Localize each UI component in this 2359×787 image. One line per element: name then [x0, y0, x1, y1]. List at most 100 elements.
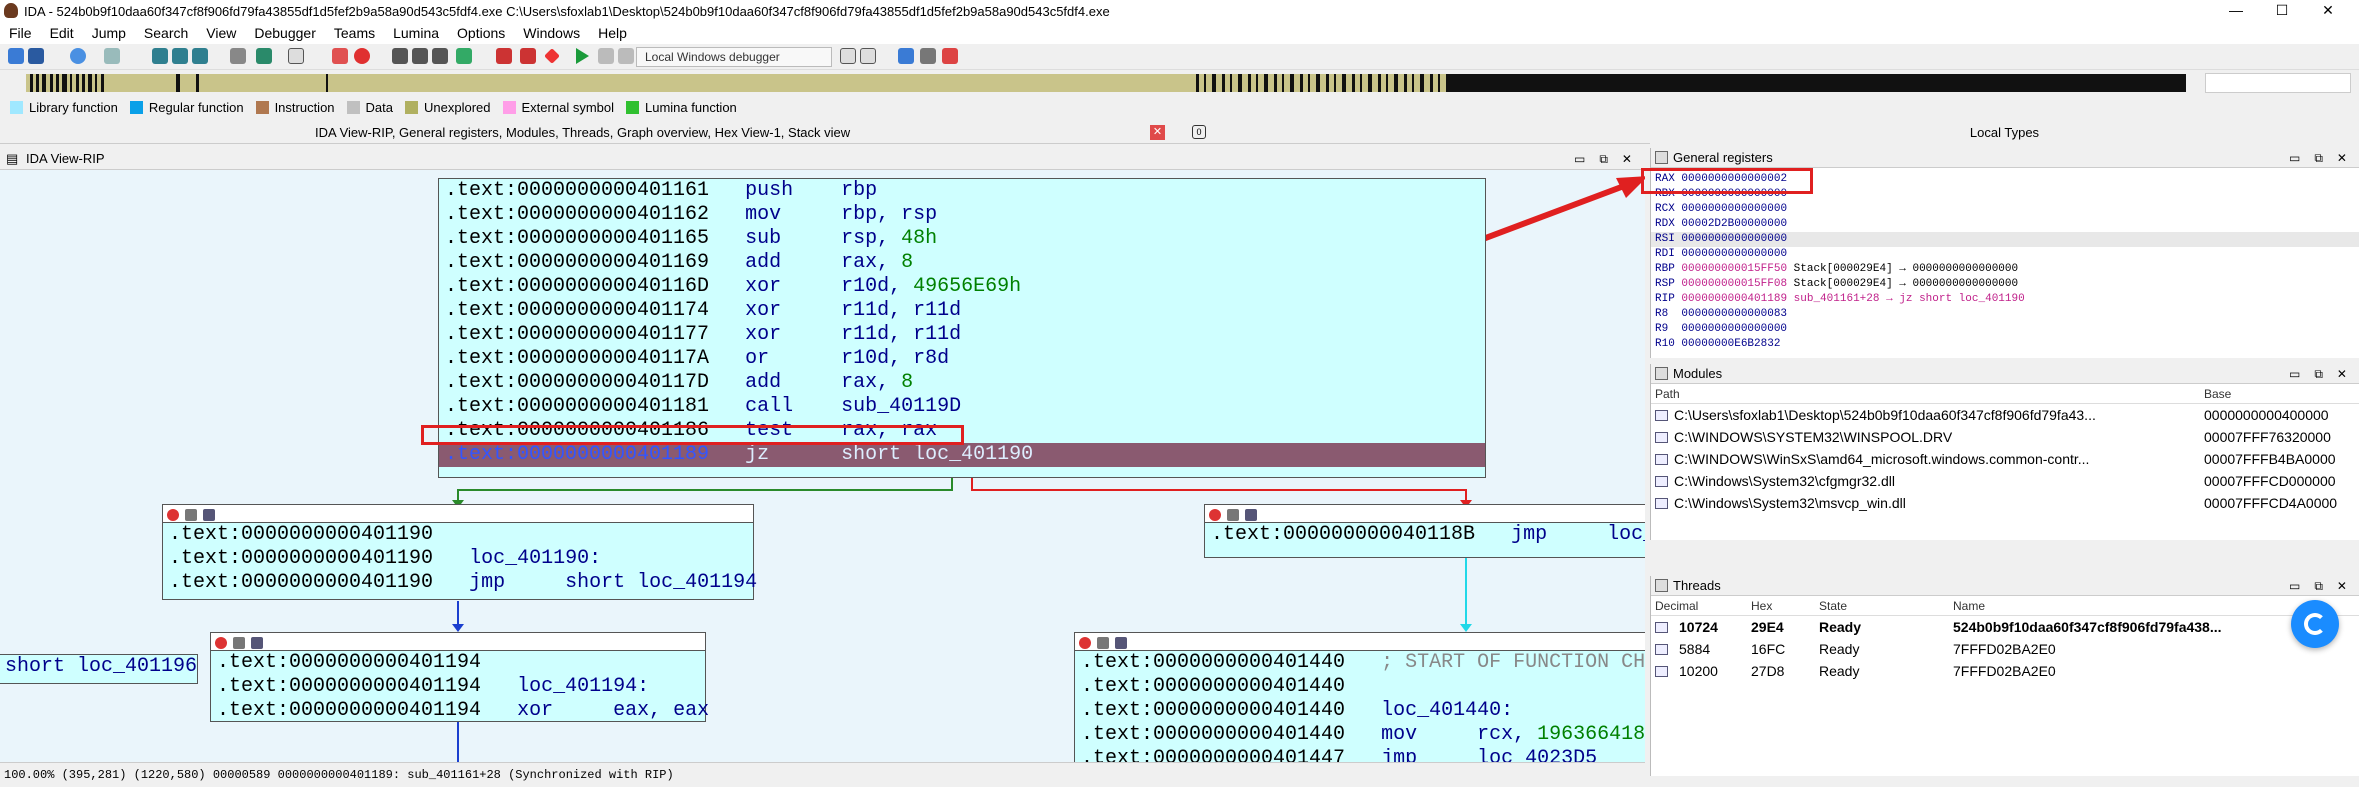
code-icon[interactable] [152, 48, 168, 64]
image-icon[interactable] [332, 48, 348, 64]
registers-list[interactable]: RAX 0000000000000002 RBX 000000000000000… [1651, 168, 2359, 352]
register-row[interactable]: RBP 000000000015FF50 Stack[000029E4] → 0… [1651, 262, 2359, 277]
node-group-icon[interactable] [203, 509, 215, 521]
ida-view-window-controls[interactable]: ▭⧉✕ [1574, 148, 1646, 170]
patch-icon[interactable] [520, 48, 536, 64]
node-edit-icon[interactable] [185, 509, 197, 521]
register-row-rip[interactable]: RIP 0000000000401189 sub_401161+28 → jz … [1651, 292, 2359, 307]
menu-debugger[interactable]: Debugger [245, 25, 325, 41]
graph-node-partial[interactable]: short loc_401196 [0, 654, 198, 684]
breakpoint-icon[interactable] [496, 48, 512, 64]
close-button[interactable]: ✕ [2305, 0, 2351, 22]
table-row[interactable]: C:\WINDOWS\SYSTEM32\WINSPOOL.DRV 00007FFF… [1651, 426, 2359, 448]
menu-view[interactable]: View [197, 25, 245, 41]
menu-file[interactable]: File [0, 25, 41, 41]
table-row[interactable]: 10724 29E4 Ready 524b0b9f10daa60f347cf8f906… [1651, 616, 2359, 638]
table-row[interactable]: C:\WINDOWS\WinSxS\amd64_microsoft.window… [1651, 448, 2359, 470]
navigation-combo[interactable] [2205, 73, 2351, 93]
record-icon[interactable] [354, 48, 370, 64]
graph-view[interactable]: .text:0000000000401161 push rbp .text:000… [0, 170, 1645, 770]
debugger-select[interactable]: Local Windows debugger [636, 47, 832, 67]
local-types-icon[interactable]: 0 [1192, 125, 1206, 139]
table-row[interactable]: C:\Users\sfoxlab1\Desktop\524b0b9f10daa6… [1651, 404, 2359, 426]
graph-node-40118b[interactable]: .text:000000000040118B jmploc_ [1204, 504, 1645, 558]
run-icon[interactable] [576, 48, 589, 64]
maximize-button[interactable]: ☐ [2259, 0, 2305, 22]
data-icon[interactable] [192, 48, 208, 64]
registers-window-controls[interactable]: ▭⧉✕ [2289, 148, 2359, 168]
node-group-icon[interactable] [1115, 637, 1127, 649]
register-row[interactable]: R8 0000000000000083 [1651, 307, 2359, 322]
graph-node-401194[interactable]: .text:0000000000401194 .text:00000000004… [210, 632, 710, 722]
close-tab-icon[interactable]: ✕ [1150, 125, 1165, 140]
minimize-button[interactable]: — [2213, 0, 2259, 22]
hex-icon[interactable] [392, 48, 408, 64]
save-icon[interactable] [28, 48, 44, 64]
legend-swatch [502, 100, 516, 114]
asm-line: .text:000000000040117D add rax, 8 [445, 371, 914, 394]
table-row[interactable]: 10200 27D8 Ready 7FFFD02BA2E0 [1651, 660, 2359, 682]
table-row[interactable]: C:\Windows\System32\msvcp_win.dll 00007FF… [1651, 492, 2359, 514]
enum-icon[interactable] [432, 48, 448, 64]
node-color-icon[interactable] [1209, 509, 1221, 521]
menu-teams[interactable]: Teams [325, 25, 384, 41]
node-edit-icon[interactable] [1097, 637, 1109, 649]
pause-icon[interactable] [598, 48, 614, 64]
step-over-icon[interactable] [860, 48, 876, 64]
menu-help[interactable]: Help [589, 25, 636, 41]
xref-icon[interactable] [256, 48, 272, 64]
layout-icon[interactable] [898, 48, 914, 64]
node-color-icon[interactable] [215, 637, 227, 649]
floating-assistant-button[interactable] [2291, 600, 2339, 648]
back-icon[interactable] [70, 48, 86, 64]
register-row[interactable]: R9 0000000000000000 [1651, 322, 2359, 337]
asm-line: short loc_401196 [5, 655, 198, 678]
function-icon[interactable] [172, 48, 188, 64]
column-hex[interactable]: Hex [1751, 596, 1772, 616]
stop-sign-icon[interactable] [544, 48, 560, 64]
open-icon[interactable] [8, 48, 24, 64]
tab-group-label[interactable]: IDA View-RIP, General registers, Modules… [315, 125, 850, 140]
node-group-icon[interactable] [1245, 509, 1257, 521]
text-icon[interactable] [288, 48, 304, 64]
forward-icon[interactable] [104, 48, 120, 64]
graph-node-401440[interactable]: .text:0000000000401440 ; START OF FUNCTI… [1074, 632, 1645, 770]
column-base[interactable]: Base [2204, 384, 2231, 404]
struct-icon[interactable] [412, 48, 428, 64]
list-icon[interactable] [920, 48, 936, 64]
table-row[interactable]: C:\Windows\System32\cfgmgr32.dll 00007FFF… [1651, 470, 2359, 492]
step-into-icon[interactable] [840, 48, 856, 64]
graph-node-401190[interactable]: .text:0000000000401190 .text:00000000004… [162, 504, 757, 600]
column-decimal[interactable]: Decimal [1655, 596, 1698, 616]
threads-window-controls[interactable]: ▭⧉✕ [2289, 576, 2359, 596]
graph-icon[interactable] [456, 48, 472, 64]
trace-icon[interactable] [942, 48, 958, 64]
menu-edit[interactable]: Edit [41, 25, 83, 41]
node-color-icon[interactable] [1079, 637, 1091, 649]
node-edit-icon[interactable] [1227, 509, 1239, 521]
register-row[interactable]: RCX 0000000000000000 [1651, 202, 2359, 217]
column-name[interactable]: Name [1953, 596, 1985, 616]
register-row[interactable]: RDX 00002D2B00000000 [1651, 217, 2359, 232]
modules-window-controls[interactable]: ▭⧉✕ [2289, 364, 2359, 384]
table-row[interactable]: 5884 16FC Ready 7FFFD02BA2E0 [1651, 638, 2359, 660]
node-group-icon[interactable] [251, 637, 263, 649]
register-row[interactable]: RDI 0000000000000000 [1651, 247, 2359, 262]
undefine-icon[interactable] [230, 48, 246, 64]
node-color-icon[interactable] [167, 509, 179, 521]
menu-search[interactable]: Search [135, 25, 197, 41]
asm-line: .text:0000000000401194 xor eax, eax [217, 699, 710, 722]
stop-icon[interactable] [618, 48, 634, 64]
menu-jump[interactable]: Jump [83, 25, 135, 41]
column-path[interactable]: Path [1655, 384, 1680, 404]
menu-windows[interactable]: Windows [514, 25, 589, 41]
register-row[interactable]: R10 00000000E6B2832 [1651, 337, 2359, 352]
tab-local-types[interactable]: Local Types [1650, 122, 2359, 144]
menu-lumina[interactable]: Lumina [384, 25, 448, 41]
register-row[interactable]: RSI 0000000000000000 [1651, 232, 2359, 247]
register-row[interactable]: RSP 000000000015FF08 Stack[000029E4] → 0… [1651, 277, 2359, 292]
navigation-strip[interactable] [26, 74, 2186, 92]
node-edit-icon[interactable] [233, 637, 245, 649]
menu-options[interactable]: Options [448, 25, 514, 41]
column-state[interactable]: State [1819, 596, 1847, 616]
